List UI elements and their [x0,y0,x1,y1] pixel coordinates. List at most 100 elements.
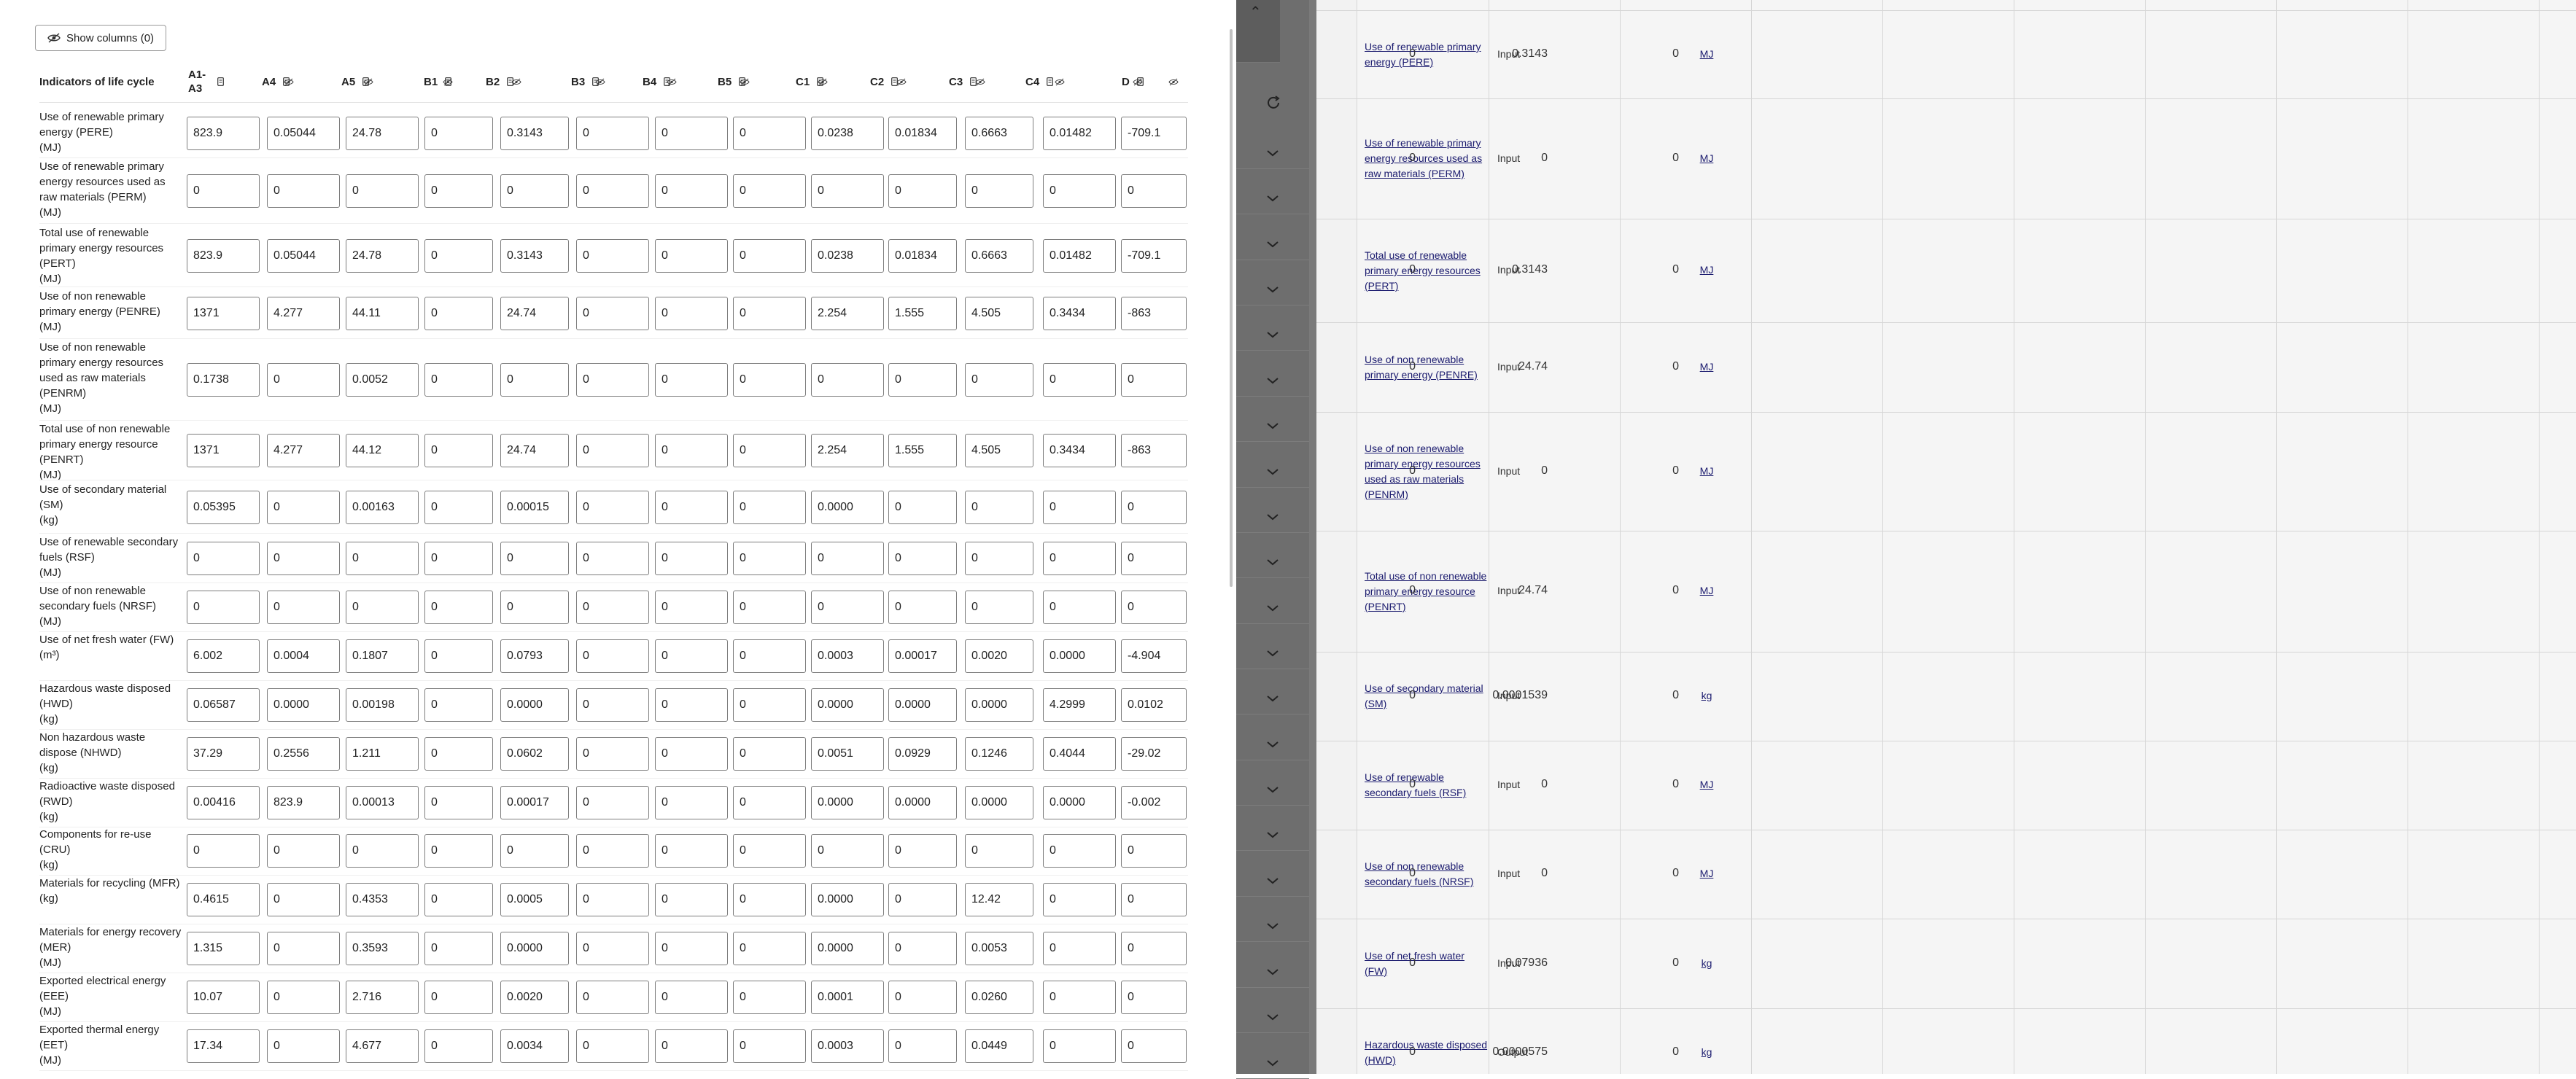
value-input[interactable]: 0 [346,834,419,868]
value-input[interactable]: 0 [655,639,728,673]
chevron-down-icon[interactable] [1266,331,1279,338]
value-input[interactable]: 0 [733,434,806,467]
value-input[interactable]: 0 [655,297,728,330]
value-input[interactable]: 0 [1121,1029,1187,1063]
value-input[interactable]: 0 [733,174,806,208]
value-input[interactable]: 0 [1121,174,1187,208]
sort-icon[interactable] [739,77,746,86]
value-input[interactable]: 0 [424,239,493,273]
value-input[interactable]: 0.0020 [965,639,1033,673]
value-input[interactable]: 0.0020 [500,981,569,1014]
value-input[interactable]: 0 [733,239,806,273]
value-input[interactable]: 0 [576,542,649,575]
value-input[interactable]: 0.1807 [346,639,419,673]
value-input[interactable]: 0.0000 [811,688,884,722]
value-input[interactable]: 0 [655,174,728,208]
unit-link[interactable]: MJ [1677,868,1736,879]
value-input[interactable]: 0.0051 [811,737,884,771]
value-input[interactable]: 0.01834 [888,117,957,150]
value-input[interactable]: 0 [346,174,419,208]
value-input[interactable]: 0 [1121,932,1187,965]
value-input[interactable]: 0 [1043,491,1116,524]
value-input[interactable]: 0.0003 [811,639,884,673]
column-header-b4[interactable]: B4 [643,66,671,98]
chevron-down-icon[interactable] [1266,968,1279,975]
value-input[interactable]: 0.01482 [1043,117,1116,150]
value-input[interactable]: 0.3143 [500,239,569,273]
value-input[interactable]: 0.00017 [500,786,569,819]
value-input[interactable]: 0 [576,932,649,965]
sort-icon[interactable] [283,77,290,86]
value-input[interactable]: 0 [346,542,419,575]
value-input[interactable]: 0 [888,542,957,575]
value-input[interactable]: 0 [424,786,493,819]
value-input[interactable]: 0 [1121,883,1187,916]
value-input[interactable]: 0 [187,834,260,868]
value-input[interactable]: 0.0004 [267,639,340,673]
unit-link[interactable]: MJ [1677,585,1736,596]
chevron-down-icon[interactable] [1266,877,1279,884]
sort-icon[interactable] [1136,77,1144,86]
value-input[interactable]: 0.0000 [965,786,1033,819]
value-input[interactable]: 0 [888,591,957,624]
sort-icon[interactable] [817,77,824,86]
chevron-down-icon[interactable] [1266,650,1279,657]
column-header-c3[interactable]: C3 [949,66,977,98]
value-input[interactable]: 0 [888,932,957,965]
value-input[interactable]: 0.6663 [965,239,1033,273]
value-input[interactable]: 4.277 [267,434,340,467]
column-header-b2[interactable]: B2 [486,66,514,98]
value-input[interactable]: 0 [576,639,649,673]
value-input[interactable]: 0 [424,491,493,524]
value-input[interactable]: 0 [424,834,493,868]
value-input[interactable]: 0 [811,363,884,397]
value-input[interactable]: 0 [888,883,957,916]
sort-icon[interactable] [217,77,224,86]
value-input[interactable]: 0 [733,1029,806,1063]
eye-slash-icon[interactable] [1055,78,1065,86]
value-input[interactable]: 0 [733,737,806,771]
value-input[interactable]: 0 [424,883,493,916]
value-input[interactable]: 0.0000 [811,883,884,916]
value-input[interactable]: 0 [733,834,806,868]
value-input[interactable]: 0 [500,834,569,868]
value-input[interactable]: 0 [733,932,806,965]
sort-icon[interactable] [445,77,452,86]
value-input[interactable]: 0 [1121,542,1187,575]
value-input[interactable]: 0 [267,591,340,624]
chevron-down-icon[interactable] [1266,1013,1279,1021]
sort-icon[interactable] [592,77,600,86]
value-input[interactable]: 0 [1121,491,1187,524]
value-input[interactable]: 0 [500,591,569,624]
value-input[interactable]: 0 [576,1029,649,1063]
chevron-down-icon[interactable] [1266,922,1279,930]
value-input[interactable]: 0 [267,981,340,1014]
unit-link[interactable]: MJ [1677,48,1736,60]
value-input[interactable]: 0 [655,239,728,273]
value-input[interactable]: 0 [424,542,493,575]
value-input[interactable]: 0.05395 [187,491,260,524]
unit-link[interactable]: kg [1677,957,1736,969]
value-input[interactable]: 0.0000 [888,688,957,722]
value-input[interactable]: -0.002 [1121,786,1187,819]
value-input[interactable]: 0.0052 [346,363,419,397]
value-input[interactable]: 0 [576,786,649,819]
sort-icon[interactable] [664,77,671,86]
value-input[interactable]: 44.12 [346,434,419,467]
value-input[interactable]: -863 [1121,297,1187,330]
chevron-down-icon[interactable] [1266,241,1279,248]
value-input[interactable]: 1.211 [346,737,419,771]
column-header-a5[interactable]: A5 [341,66,370,98]
unit-link[interactable]: kg [1677,690,1736,701]
value-input[interactable]: 0 [267,491,340,524]
value-input[interactable]: 0 [1043,591,1116,624]
value-input[interactable]: 0.0000 [500,932,569,965]
chevron-down-icon[interactable] [1266,558,1279,566]
value-input[interactable]: 0.0000 [500,688,569,722]
value-input[interactable]: 0.00015 [500,491,569,524]
value-input[interactable]: 12.42 [965,883,1033,916]
value-input[interactable]: 0 [500,174,569,208]
value-input[interactable]: 4.505 [965,434,1033,467]
value-input[interactable]: 0.0000 [888,786,957,819]
value-input[interactable]: 0.4615 [187,883,260,916]
